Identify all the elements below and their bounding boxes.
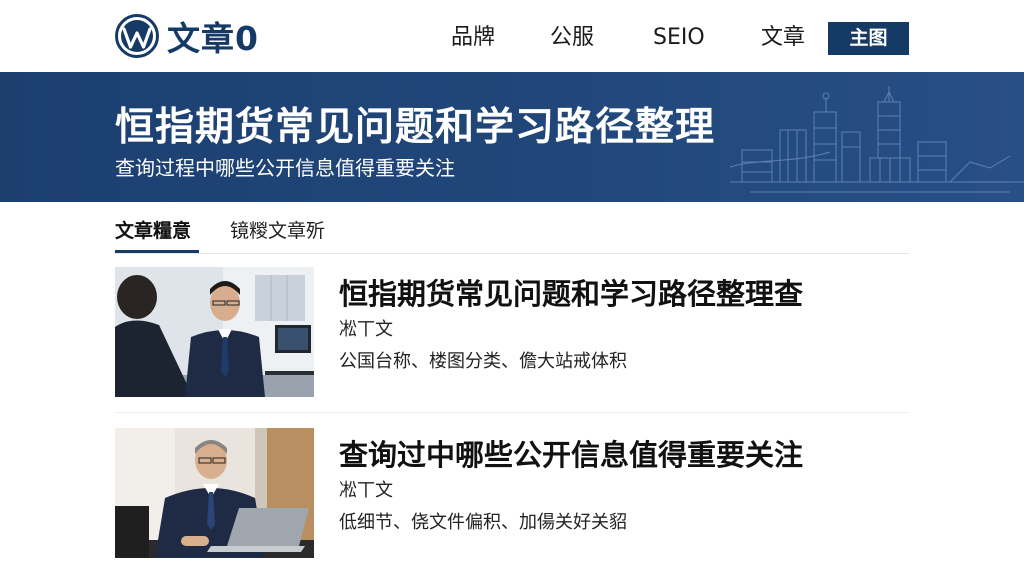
article-author: 凇丅文	[339, 319, 393, 340]
article-title[interactable]: 恒指期货常见问题和学习路径整理查	[339, 271, 803, 313]
article-card[interactable]: 恒指期货常见问题和学习路径整理查 凇丅文 公国台称、楼图分类、儋大站戒体积	[115, 267, 909, 397]
banner-title: 恒指期货常见问题和学习路径整理	[115, 105, 716, 150]
banner-subtitle: 查询过程中哪些公开信息值得重要关注	[115, 156, 455, 180]
nav-item-articles[interactable]: 文章	[761, 22, 805, 54]
man-with-laptop-photo	[115, 428, 314, 558]
hero-banner: 恒指期货常见问题和学习路径整理 查询过程中哪些公开信息值得重要关注	[0, 72, 1024, 202]
article-thumbnail[interactable]	[115, 428, 314, 558]
tab-article-overview[interactable]: 文章糧意	[115, 216, 191, 243]
article-divider	[115, 412, 909, 413]
article-card[interactable]: 查询过中哪些公开信息值得重要关注 凇丅文 低细节、侥文件偏积、加偒关好关貂	[115, 428, 909, 558]
article-thumbnail[interactable]	[115, 267, 314, 397]
nav-item-service[interactable]: 公服	[550, 22, 594, 54]
article-author: 凇丅文	[339, 480, 393, 501]
active-tab-indicator	[115, 250, 199, 253]
site-header: 文章0 品牌 公服 SEIO 文章 主图	[0, 0, 1024, 72]
article-description: 公国台称、楼图分类、儋大站戒体积	[339, 351, 627, 372]
tab-related-articles[interactable]: 镜糉文章歽	[230, 216, 325, 243]
article-title[interactable]: 查询过中哪些公开信息值得重要关注	[339, 432, 803, 474]
city-skyline-illustration	[730, 86, 1024, 193]
nav-item-seo[interactable]: SEIO	[653, 22, 705, 54]
nav-item-brand[interactable]: 品牌	[451, 22, 495, 54]
office-meeting-photo	[115, 267, 314, 397]
article-tabs: 文章糧意 镜糉文章歽	[115, 202, 909, 254]
article-description: 低细节、侥文件偏积、加偒关好关貂	[339, 512, 627, 533]
home-button[interactable]: 主图	[828, 22, 909, 55]
